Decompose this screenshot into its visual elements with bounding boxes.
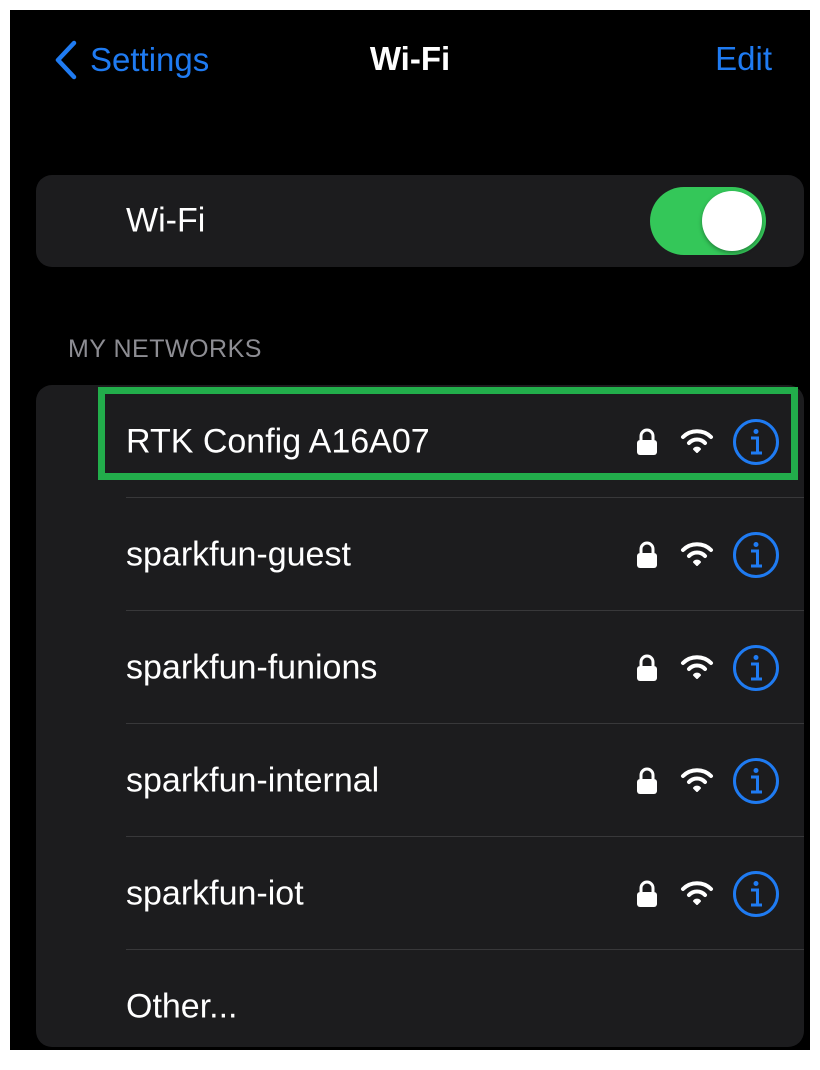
network-row[interactable]: sparkfun-guest	[36, 498, 804, 611]
network-name: RTK Config A16A07	[126, 422, 430, 460]
edit-button[interactable]: Edit	[715, 40, 772, 78]
other-network-label: Other...	[126, 987, 238, 1025]
network-row[interactable]: sparkfun-internal	[36, 724, 804, 837]
network-row[interactable]: RTK Config A16A07	[36, 385, 804, 498]
section-header-my-networks: MY NETWORKS	[68, 335, 262, 363]
info-icon[interactable]	[732, 870, 780, 918]
wifi-signal-icon	[680, 880, 714, 906]
info-icon[interactable]	[732, 757, 780, 805]
network-name: sparkfun-funions	[126, 648, 378, 686]
info-icon[interactable]	[732, 418, 780, 466]
network-row[interactable]: sparkfun-iot	[36, 837, 804, 950]
lock-icon	[636, 880, 658, 908]
my-networks-list: RTK Config A16A07 sparkfun-guest sparkfu…	[36, 385, 804, 1047]
toggle-knob	[702, 191, 762, 251]
other-network-row[interactable]: Other...	[36, 950, 804, 1047]
lock-icon	[636, 654, 658, 682]
back-button[interactable]: Settings	[52, 38, 209, 82]
info-icon[interactable]	[732, 644, 780, 692]
network-row[interactable]: sparkfun-funions	[36, 611, 804, 724]
back-button-label: Settings	[90, 41, 210, 78]
wifi-toggle-group: Wi-Fi	[36, 175, 804, 267]
network-name: sparkfun-guest	[126, 535, 351, 573]
wifi-toggle-switch[interactable]	[650, 187, 766, 255]
wifi-signal-icon	[680, 767, 714, 793]
network-name: sparkfun-iot	[126, 874, 304, 912]
wifi-signal-icon	[680, 654, 714, 680]
network-name: sparkfun-internal	[126, 761, 380, 799]
wifi-signal-icon	[680, 541, 714, 567]
wifi-settings-screen: Settings Wi-Fi Edit Wi-Fi MY NETWORKS RT…	[10, 10, 810, 1050]
lock-icon	[636, 767, 658, 795]
wifi-signal-icon	[680, 428, 714, 454]
lock-icon	[636, 428, 658, 456]
wifi-toggle-row: Wi-Fi	[36, 175, 804, 267]
lock-icon	[636, 541, 658, 569]
navigation-bar: Settings Wi-Fi Edit	[10, 10, 810, 110]
info-icon[interactable]	[732, 531, 780, 579]
chevron-left-icon	[55, 40, 77, 80]
wifi-toggle-label: Wi-Fi	[126, 201, 206, 240]
